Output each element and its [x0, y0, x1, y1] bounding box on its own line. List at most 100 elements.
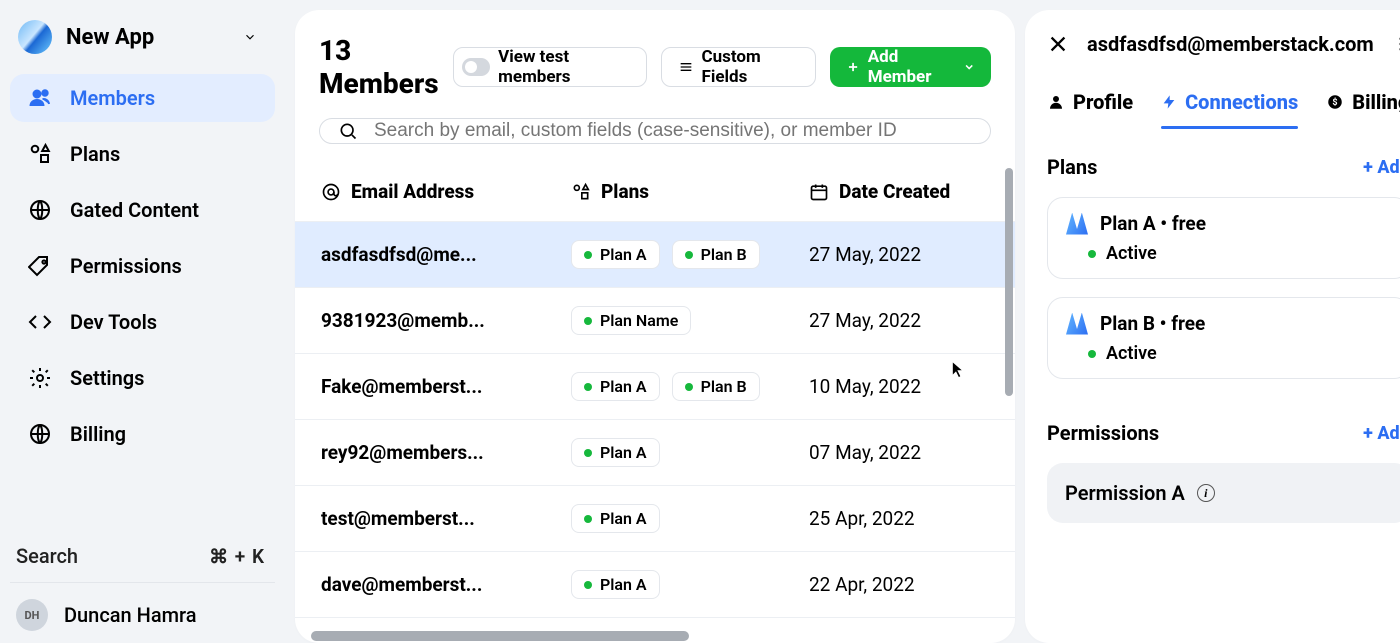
cell-plans: Plan A [571, 438, 809, 467]
avatar: DH [16, 599, 48, 631]
calendar-icon [809, 182, 829, 202]
permission-name: Permission A [1065, 481, 1185, 505]
cell-date: 27 May, 2022 [809, 243, 989, 266]
cell-email: 9381923@memb... [321, 309, 571, 332]
panel-email: asdfasdfsd@memberstack.com [1087, 32, 1374, 56]
sidebar-item-plans[interactable]: Plans [10, 130, 275, 178]
plan-chip: Plan B [672, 240, 760, 269]
scrollbar-vertical[interactable] [1005, 168, 1013, 396]
member-plan-card[interactable]: Plan B • free Active [1047, 297, 1400, 379]
scrollbar-horizontal[interactable] [311, 631, 689, 641]
permissions-heading: Permissions [1047, 421, 1159, 445]
tab-connections-label: Connections [1185, 90, 1298, 114]
plan-chip: Plan B [672, 372, 760, 401]
cell-date: 07 May, 2022 [809, 441, 989, 464]
sidebar-item-label: Gated Content [70, 198, 199, 222]
view-test-members-toggle[interactable]: View test members [453, 47, 647, 87]
billing-icon: $ [1326, 93, 1344, 111]
kebab-menu-icon[interactable] [1392, 35, 1400, 53]
view-test-members-label: View test members [498, 47, 629, 87]
app-switcher[interactable]: New App [10, 10, 275, 68]
permission-item[interactable]: Permission A i [1047, 463, 1400, 523]
table-row[interactable]: dave@memberst... Plan A 22 Apr, 2022 [295, 551, 1015, 617]
plan-title: Plan A • free [1100, 212, 1206, 235]
sidebar-item-billing[interactable]: Billing [10, 410, 275, 458]
tab-profile[interactable]: Profile [1047, 82, 1133, 128]
sidebar-item-permissions[interactable]: Permissions [10, 242, 275, 290]
app-logo [18, 20, 52, 54]
sidebar-search[interactable]: Search ⌘ + K [10, 530, 275, 583]
panel-tabs: Profile Connections $ Billing [1047, 82, 1400, 129]
tab-profile-label: Profile [1073, 90, 1133, 114]
code-icon [28, 310, 52, 334]
col-plans[interactable]: Plans [571, 180, 809, 203]
col-email[interactable]: Email Address [321, 180, 571, 203]
col-date-label: Date Created [839, 180, 950, 203]
add-member-label: Add Member [868, 47, 955, 87]
current-user[interactable]: DH Duncan Hamra [10, 583, 275, 631]
cell-date: 25 Apr, 2022 [809, 507, 989, 530]
plus-icon [846, 59, 860, 75]
cell-plans: Plan A [571, 570, 809, 599]
cell-email: dave@memberst... [321, 573, 571, 596]
globe-icon [28, 198, 52, 222]
table-row[interactable]: 9381923@memb... Plan Name 27 May, 2022 [295, 287, 1015, 353]
toggle-icon [462, 58, 491, 76]
user-name: Duncan Hamra [64, 603, 197, 627]
sidebar-item-label: Permissions [70, 254, 182, 278]
sidebar-item-dev-tools[interactable]: Dev Tools [10, 298, 275, 346]
add-plan-button[interactable]: + Add [1363, 157, 1400, 178]
plan-chip: Plan A [571, 438, 660, 467]
cell-email: rey92@members... [321, 441, 571, 464]
tab-connections[interactable]: Connections [1161, 82, 1298, 128]
table-row[interactable]: test@memberst... Plan A 25 Apr, 2022 [295, 485, 1015, 551]
cell-plans: Plan A [571, 504, 809, 533]
add-permission-button[interactable]: + Add [1363, 423, 1400, 444]
sidebar-nav: Members Plans Gated Content Permissions [10, 74, 275, 458]
search-shortcut: ⌘ + K [209, 545, 265, 568]
plan-chip: Plan A [571, 240, 660, 269]
col-date[interactable]: Date Created [809, 180, 989, 203]
svg-text:$: $ [1333, 97, 1338, 108]
members-card: 13 Members View test members Custom Fiel… [295, 10, 1015, 643]
plan-chip: Plan A [571, 570, 660, 599]
sidebar-item-members[interactable]: Members [10, 74, 275, 122]
sidebar-item-gated-content[interactable]: Gated Content [10, 186, 275, 234]
member-plan-card[interactable]: Plan A • free Active [1047, 197, 1400, 279]
tag-icon [28, 254, 52, 278]
cell-date: 22 Apr, 2022 [809, 573, 989, 596]
plan-title: Plan B • free [1100, 312, 1205, 335]
table-row[interactable]: asdfasdfsd@me... Plan A Plan B 27 May, 2… [295, 221, 1015, 287]
custom-fields-button[interactable]: Custom Fields [661, 47, 816, 87]
cell-date: 10 May, 2022 [809, 375, 989, 398]
col-email-label: Email Address [351, 180, 474, 203]
permissions-section: Permissions + Add Permission A i [1047, 421, 1400, 523]
add-member-button[interactable]: Add Member [830, 47, 991, 87]
gear-icon [28, 366, 52, 390]
table-row[interactable]: rey92@members... Plan A 07 May, 2022 [295, 419, 1015, 485]
plan-status: Active [1106, 343, 1157, 364]
tab-billing-label: Billing [1352, 90, 1400, 114]
search-icon [338, 121, 358, 141]
chevron-down-icon [243, 30, 257, 44]
table-header: Email Address Plans Date Created [295, 164, 1015, 221]
close-icon[interactable] [1047, 33, 1069, 55]
bolt-icon [1161, 94, 1177, 110]
sidebar-item-settings[interactable]: Settings [10, 354, 275, 402]
tab-billing[interactable]: $ Billing [1326, 82, 1400, 128]
cell-email: test@memberst... [321, 507, 571, 530]
cell-plans: Plan Name [571, 306, 809, 335]
sliders-icon [678, 58, 694, 76]
globe-icon [28, 422, 52, 446]
plans-heading: Plans [1047, 155, 1097, 179]
cell-email: asdfasdfsd@me... [321, 243, 571, 266]
sidebar: New App Members Plans Gated C [0, 0, 285, 643]
sidebar-item-label: Settings [70, 366, 144, 390]
info-icon[interactable]: i [1197, 484, 1215, 502]
custom-fields-label: Custom Fields [702, 47, 799, 87]
members-icon [28, 86, 52, 110]
search-input[interactable] [372, 119, 972, 143]
table-row[interactable]: Fake@memberst... Plan A Plan B 10 May, 2… [295, 353, 1015, 419]
members-search[interactable] [319, 118, 991, 144]
cell-date: 27 May, 2022 [809, 309, 989, 332]
